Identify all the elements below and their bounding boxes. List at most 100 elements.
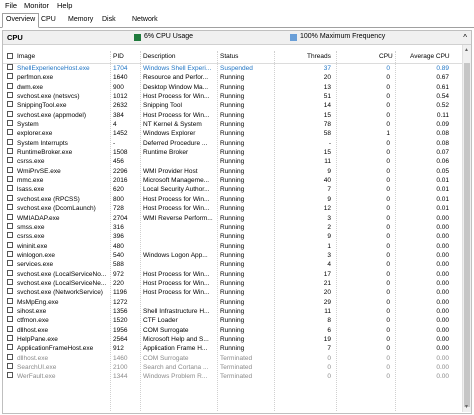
process-row[interactable]: RuntimeBroker.exe 1508 Runtime Broker Runni…	[3, 148, 463, 157]
process-row[interactable]: WmiPrvSE.exe 2296 WMI Provider Host Running…	[3, 166, 463, 176]
tab-disk[interactable]: Disk	[99, 14, 119, 26]
process-row[interactable]: svchost.exe (LocalServiceNo... 972 Host Pr…	[3, 269, 463, 279]
process-threads: 21	[323, 279, 331, 287]
process-checkbox[interactable]	[7, 334, 13, 341]
select-all-checkbox[interactable]	[7, 53, 13, 59]
process-row[interactable]: csrss.exe 456 Running 11 0 0.06	[3, 157, 463, 166]
process-row[interactable]: explorer.exe 1452 Windows Explorer Running 5…	[3, 129, 463, 138]
process-description: Windows Logon App...	[143, 251, 208, 259]
column-description[interactable]: Description	[143, 53, 176, 60]
process-row[interactable]: dllhost.exe 1956 COM Surrogate Running 6 0 0.0…	[3, 325, 463, 335]
process-row[interactable]: svchost.exe (netsvcs) 1012 Host Process fo…	[3, 92, 463, 101]
process-checkbox[interactable]	[7, 297, 13, 304]
process-row[interactable]: wininit.exe 480 Running 1 0 0.00	[3, 241, 463, 251]
process-row[interactable]: System 4 NT Kernel & System Running 78 0 0.09	[3, 120, 463, 129]
process-checkbox[interactable]	[7, 148, 13, 155]
process-row[interactable]: WerFault.exe 1344 Windows Problem R... Term…	[3, 372, 463, 381]
process-checkbox[interactable]	[7, 232, 13, 239]
process-row[interactable]: winlogon.exe 540 Windows Logon App... Runni…	[3, 250, 463, 260]
process-checkbox[interactable]	[7, 372, 13, 379]
process-row[interactable]: ApplicationFrameHost.exe 912 Application F…	[3, 344, 463, 353]
process-row[interactable]: dwm.exe 900 Desktop Window Ma... Running 13 0…	[3, 82, 463, 92]
process-row[interactable]: HelpPane.exe 2564 Microsoft Help and S... R…	[3, 334, 463, 344]
process-checkbox[interactable]	[7, 260, 13, 267]
process-checkbox[interactable]	[7, 241, 13, 248]
collapse-chevron-icon[interactable]: ^	[463, 33, 467, 42]
process-checkbox[interactable]	[7, 306, 13, 313]
process-row[interactable]: services.exe 588 Running 4 0 0.00	[3, 260, 463, 269]
process-list: ShellExperienceHost.exe 1704 Windows Shell…	[3, 64, 463, 412]
scroll-down-icon[interactable]: ▼	[464, 404, 469, 410]
process-row[interactable]: svchost.exe (appmodel) 384 Host Process fo…	[3, 110, 463, 120]
process-checkbox[interactable]	[7, 64, 13, 70]
vertical-scrollbar[interactable]: ▲ ▼	[462, 45, 471, 412]
column-cpu[interactable]: CPU	[379, 53, 393, 60]
tab-cpu[interactable]: CPU	[38, 14, 59, 26]
process-threads: 15	[323, 149, 331, 157]
process-checkbox[interactable]	[7, 316, 13, 323]
scrollbar-thumb[interactable]	[464, 63, 470, 407]
process-row[interactable]: WMIADAP.exe 2704 WMI Reverse Perform... Run…	[3, 213, 463, 223]
process-row[interactable]: svchost.exe (RPCSS) 800 Host Process for W…	[3, 194, 463, 204]
process-row[interactable]: mmc.exe 2016 Microsoft Manageme... Running 4…	[3, 176, 463, 185]
process-row[interactable]: SnippingTool.exe 2632 Snipping Tool Running…	[3, 101, 463, 110]
column-threads[interactable]: Threads	[307, 53, 331, 60]
process-image: SearchUI.exe	[17, 364, 57, 371]
process-row[interactable]: svchost.exe (LocalServiceNe... 220 Host Pr…	[3, 278, 463, 288]
process-checkbox[interactable]	[7, 101, 13, 108]
menu-monitor[interactable]: Monitor	[24, 1, 49, 10]
process-checkbox[interactable]	[7, 129, 13, 136]
process-checkbox[interactable]	[7, 204, 13, 211]
process-row[interactable]: csrss.exe 396 Running 9 0 0.00	[3, 232, 463, 241]
tab-overview[interactable]: Overview	[2, 13, 40, 28]
process-checkbox[interactable]	[7, 353, 13, 360]
process-checkbox[interactable]	[7, 157, 13, 164]
process-row[interactable]: System Interrupts - Deferred Procedure ...…	[3, 138, 463, 148]
menu-help[interactable]: Help	[57, 1, 72, 10]
column-pid[interactable]: PID	[113, 53, 124, 60]
process-checkbox[interactable]	[7, 269, 13, 276]
process-checkbox[interactable]	[7, 213, 13, 220]
process-checkbox[interactable]	[7, 185, 13, 192]
process-checkbox[interactable]	[7, 120, 13, 127]
process-checkbox[interactable]	[7, 92, 13, 99]
process-row[interactable]: svchost.exe (NetworkService) 1196 Host Pro…	[3, 288, 463, 297]
process-checkbox[interactable]	[7, 278, 13, 285]
process-cpu: 0	[386, 158, 390, 166]
process-checkbox[interactable]	[7, 110, 13, 117]
cpu-section-header[interactable]: CPU 6% CPU Usage 100% Maximum Frequency …	[3, 31, 471, 45]
process-row[interactable]: lsass.exe 620 Local Security Author... Runn…	[3, 185, 463, 194]
column-status[interactable]: Status	[220, 53, 238, 60]
process-average-cpu: 0.01	[436, 186, 449, 194]
process-threads: 3	[327, 251, 331, 259]
process-checkbox[interactable]	[7, 250, 13, 257]
process-row[interactable]: ShellExperienceHost.exe 1704 Windows Shell…	[3, 64, 463, 73]
column-average-cpu[interactable]: Average CPU	[410, 53, 450, 60]
column-image[interactable]: Image	[17, 53, 35, 60]
scroll-up-icon[interactable]: ▲	[464, 47, 469, 53]
menu-file[interactable]: File	[5, 1, 17, 10]
process-checkbox[interactable]	[7, 176, 13, 183]
process-row[interactable]: svchost.exe (DcomLaunch) 728 Host Process …	[3, 204, 463, 213]
process-checkbox[interactable]	[7, 222, 13, 229]
process-checkbox[interactable]	[7, 138, 13, 145]
process-checkbox[interactable]	[7, 73, 13, 80]
process-average-cpu: 0.00	[436, 326, 449, 334]
process-checkbox[interactable]	[7, 166, 13, 173]
process-row[interactable]: MsMpEng.exe 1272 Running 29 0 0.00	[3, 297, 463, 307]
process-checkbox[interactable]	[7, 194, 13, 201]
process-row[interactable]: SearchUI.exe 2100 Search and Cortana ... Te…	[3, 363, 463, 372]
process-checkbox[interactable]	[7, 288, 13, 295]
process-checkbox[interactable]	[7, 325, 13, 332]
process-checkbox[interactable]	[7, 82, 13, 89]
process-row[interactable]: perfmon.exe 1640 Resource and Perfor... Run…	[3, 73, 463, 82]
process-row[interactable]: smss.exe 316 Running 2 0 0.00	[3, 222, 463, 232]
process-checkbox[interactable]	[7, 344, 13, 351]
process-description: Host Process for Win...	[143, 93, 210, 101]
process-row[interactable]: ctfmon.exe 1520 CTF Loader Running 8 0 0.00	[3, 316, 463, 325]
tab-memory[interactable]: Memory	[65, 14, 96, 26]
process-checkbox[interactable]	[7, 363, 13, 369]
process-row[interactable]: sihost.exe 1356 Shell Infrastructure H... R…	[3, 306, 463, 316]
process-row[interactable]: dllhost.exe 1460 COM Surrogate Terminated 0 0…	[3, 353, 463, 363]
tab-network[interactable]: Network	[129, 14, 161, 26]
